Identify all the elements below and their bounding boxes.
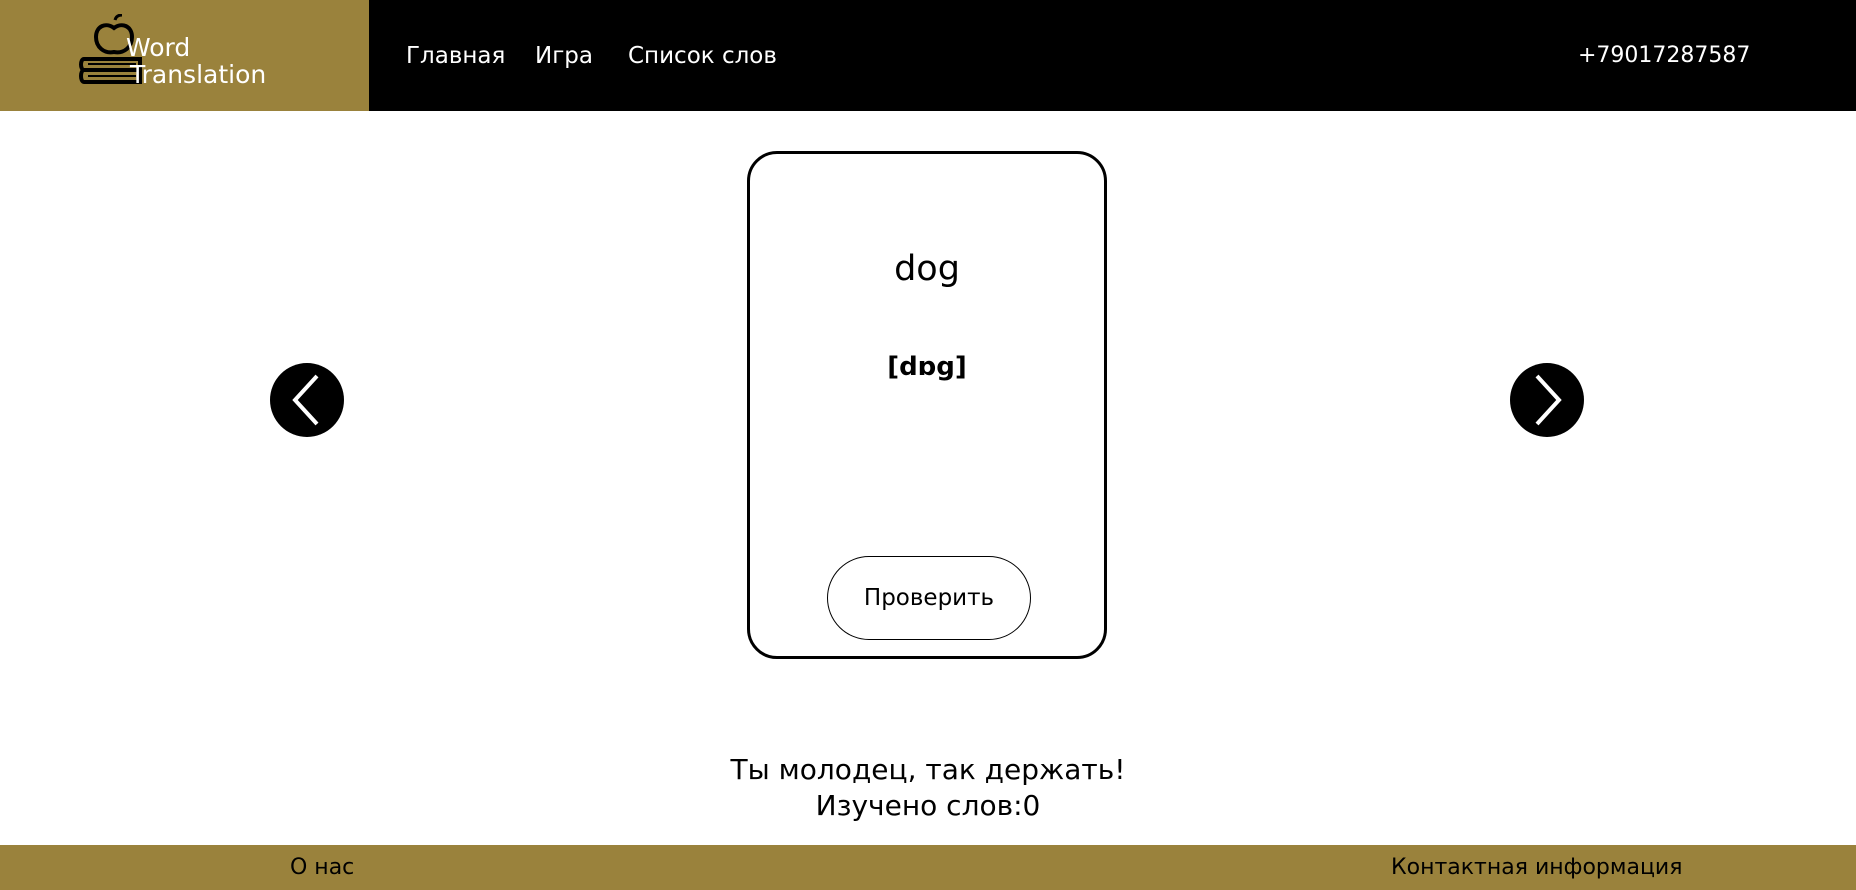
nav-item-word-list: Список слов <box>628 0 777 111</box>
nav-item-home: Главная <box>406 0 505 111</box>
footer: О нас Контактная информация <box>0 845 1856 890</box>
chevron-left-icon <box>292 374 319 426</box>
card-transcription: [dɒg] <box>887 352 967 382</box>
word-card: dog [dɒg] Проверить <box>747 151 1107 659</box>
next-card-button[interactable] <box>1510 363 1584 437</box>
nav-link-home[interactable]: Главная <box>406 43 505 69</box>
logo-line1: Word <box>126 33 191 62</box>
footer-link-contacts[interactable]: Контактная информация <box>1391 845 1682 890</box>
nav-item-game: Игра <box>535 0 593 111</box>
nav-link-word-list[interactable]: Список слов <box>628 43 777 69</box>
logo[interactable]: Word Translation <box>0 0 369 111</box>
prev-card-button[interactable] <box>270 363 344 437</box>
footer-link-about[interactable]: О нас <box>290 845 354 890</box>
nav-link-game[interactable]: Игра <box>535 43 593 69</box>
status-block: Ты молодец, так держать! Изучено слов:0 <box>0 752 1856 824</box>
learned-count: Изучено слов:0 <box>815 789 1041 822</box>
motivation-text: Ты молодец, так держать! <box>730 753 1126 786</box>
check-button[interactable]: Проверить <box>827 556 1031 640</box>
logo-text: Word Translation <box>126 34 266 88</box>
header: Word Translation Главная Игра Список сло… <box>0 0 1856 111</box>
logo-line2: Translation <box>130 60 267 89</box>
phone-number: +79017287587 <box>1578 43 1751 68</box>
chevron-right-icon <box>1535 374 1562 426</box>
card-word: dog <box>894 249 960 289</box>
